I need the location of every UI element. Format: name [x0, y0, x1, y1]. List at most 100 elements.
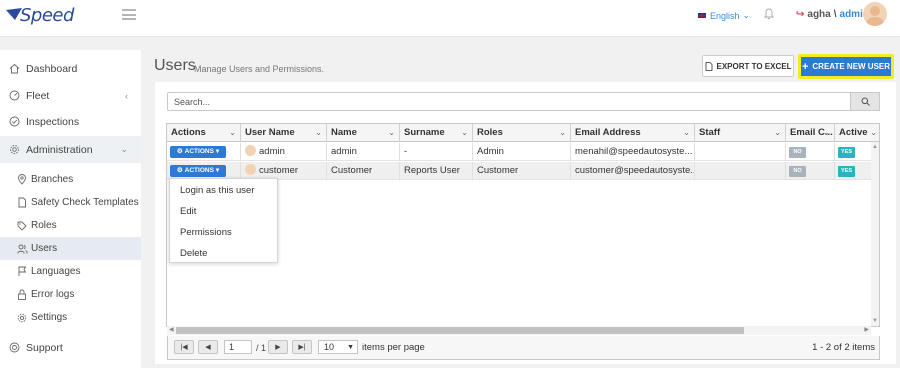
menu-item-permissions[interactable]: Permissions [180, 227, 232, 238]
menu-item-edit[interactable]: Edit [180, 206, 196, 217]
next-page-button[interactable]: ▶ [268, 340, 288, 354]
sidebar-item-dashboard[interactable]: Dashboard [0, 57, 141, 80]
actions-dropdown-button[interactable]: ⚙ ACTIONS ▾ [170, 146, 226, 158]
staff-cell [695, 143, 786, 161]
column-label: Email Address [575, 127, 641, 138]
create-new-user-button[interactable]: + CREATE NEW USER [798, 54, 894, 79]
user-menu[interactable]: ↪ agha \ admin [796, 9, 869, 20]
export-to-excel-button[interactable]: EXPORT TO EXCEL [702, 55, 794, 77]
chevron-down-icon[interactable]: ⌄ [870, 124, 877, 142]
sidebar-item-support[interactable]: Support [0, 336, 141, 359]
column-label: Surname [404, 127, 445, 138]
column-label: Staff [699, 127, 721, 138]
chevron-down-icon[interactable]: ⌄ [774, 124, 781, 142]
chevron-down-icon[interactable]: ⌄ [559, 124, 566, 142]
avatar[interactable] [863, 2, 887, 26]
column-header-name[interactable]: Name ⌄ [327, 124, 400, 142]
sidebar-item-fleet[interactable]: Fleet ‹ [0, 84, 141, 107]
flag-icon [16, 266, 28, 278]
sidebar-item-settings[interactable]: Settings [0, 306, 141, 329]
column-header-actions[interactable]: Actions ⌄ [167, 124, 241, 142]
email-cell: menahil@speedautosyste... [571, 143, 695, 161]
first-page-icon: |◀ [180, 344, 188, 351]
bell-icon[interactable] [764, 8, 774, 20]
previous-page-button[interactable]: ◀ [198, 340, 218, 354]
previous-page-icon: ◀ [205, 344, 211, 351]
roles-cell: Customer [473, 162, 571, 180]
actions-label: ACTIONS [184, 148, 214, 155]
menu-item-login-as-user[interactable]: Login as this user [180, 185, 254, 196]
column-label: Name [331, 127, 357, 138]
chevron-down-icon[interactable]: ⌄ [388, 124, 395, 142]
speed-logo[interactable]: Speed [6, 3, 86, 27]
sidebar-item-roles[interactable]: Roles [0, 214, 141, 237]
table-row[interactable]: ⚙ ACTIONS ▾ admin admin - Admin menahil@sp… [167, 143, 879, 161]
page-number-input[interactable]: 1 [224, 340, 252, 354]
user-avatar-icon [245, 144, 256, 156]
scroll-up-icon[interactable]: ▲ [872, 144, 878, 150]
gear-icon: ⚙ [176, 167, 183, 174]
status-badge: YES [838, 147, 855, 158]
search-button[interactable] [851, 92, 880, 111]
sidebar-item-safety-check-templates[interactable]: Safety Check Templates [0, 191, 141, 214]
sidebar-item-label: Roles [31, 220, 57, 231]
logout-arrow-icon: ↪ [796, 9, 805, 20]
column-header-email-confirmed[interactable]: Email C... ⌄ [786, 124, 835, 142]
page-title: Users [154, 57, 196, 74]
chevron-down-icon[interactable]: ⌄ [461, 124, 468, 142]
sidebar-item-users[interactable]: Users [0, 237, 141, 260]
sidebar-item-inspections[interactable]: Inspections [0, 110, 141, 133]
sidebar-item-administration[interactable]: Administration ⌄ [0, 136, 141, 163]
language-label: English [710, 10, 740, 21]
name-cell: admin [327, 143, 400, 161]
surname-cell: Reports User [400, 162, 473, 180]
sidebar-item-error-logs[interactable]: Error logs [0, 283, 141, 306]
column-header-roles[interactable]: Roles ⌄ [473, 124, 571, 142]
sidebar-item-languages[interactable]: Languages [0, 260, 141, 283]
document-icon [16, 197, 28, 209]
actions-dropdown-button[interactable]: ⚙ ACTIONS ▾ [170, 165, 226, 177]
name-cell: Customer [327, 162, 400, 180]
search-input[interactable] [167, 92, 851, 111]
chevron-down-icon[interactable]: ⌄ [823, 124, 830, 142]
scroll-left-icon[interactable]: ◀ [169, 326, 174, 335]
last-page-icon: ▶| [298, 344, 306, 351]
last-page-button[interactable]: ▶| [292, 340, 312, 354]
uk-flag-icon [697, 12, 707, 19]
create-label: CREATE NEW USER [812, 62, 891, 71]
column-header-email-address[interactable]: Email Address ⌄ [571, 124, 695, 142]
language-selector[interactable]: English ⌄ [697, 10, 750, 21]
column-header-active[interactable]: Active ⌄ [835, 124, 879, 142]
hamburger-menu-icon[interactable] [122, 9, 136, 20]
sidebar-item-label: Users [31, 243, 58, 254]
column-label: Actions [171, 127, 206, 138]
menu-item-delete[interactable]: Delete [180, 248, 207, 259]
column-header-surname[interactable]: Surname ⌄ [400, 124, 473, 142]
column-header-user-name[interactable]: User Name ⌄ [241, 124, 327, 142]
sidebar-item-branches[interactable]: Branches [0, 168, 141, 191]
check-circle-icon [8, 116, 20, 128]
chevron-down-icon[interactable]: ⌄ [315, 124, 322, 142]
vertical-scrollbar[interactable]: ▲ ▼ [871, 142, 879, 326]
first-page-button[interactable]: |◀ [174, 340, 194, 354]
table-header: Actions ⌄ User Name ⌄ Name ⌄ Surname ⌄ Roles… [167, 124, 879, 142]
column-header-staff[interactable]: Staff ⌄ [695, 124, 786, 142]
scroll-right-icon[interactable]: ▶ [864, 326, 869, 335]
chevron-down-icon[interactable]: ⌄ [683, 124, 690, 142]
horizontal-scrollbar[interactable]: ◀ ▶ [167, 326, 871, 335]
chevron-down-icon: ⌄ [742, 10, 751, 20]
sidebar-item-label: Dashboard [26, 62, 78, 75]
active-cell: YES [835, 162, 873, 180]
pagination-info: 1 - 2 of 2 items [812, 342, 875, 353]
users-icon [16, 243, 28, 255]
chevron-down-icon[interactable]: ⌄ [229, 124, 236, 142]
page-size-select[interactable]: 10 ▼ [318, 340, 358, 354]
gear-icon [16, 312, 28, 324]
staff-cell [695, 162, 786, 180]
scroll-down-icon[interactable]: ▼ [872, 318, 878, 324]
scrollbar-thumb[interactable] [176, 327, 744, 334]
map-pin-icon [16, 174, 28, 186]
sidebar: Dashboard Fleet ‹ Inspections Administra… [0, 50, 141, 368]
sidebar-item-label: Settings [31, 312, 68, 323]
sidebar-item-label: Branches [31, 174, 74, 185]
